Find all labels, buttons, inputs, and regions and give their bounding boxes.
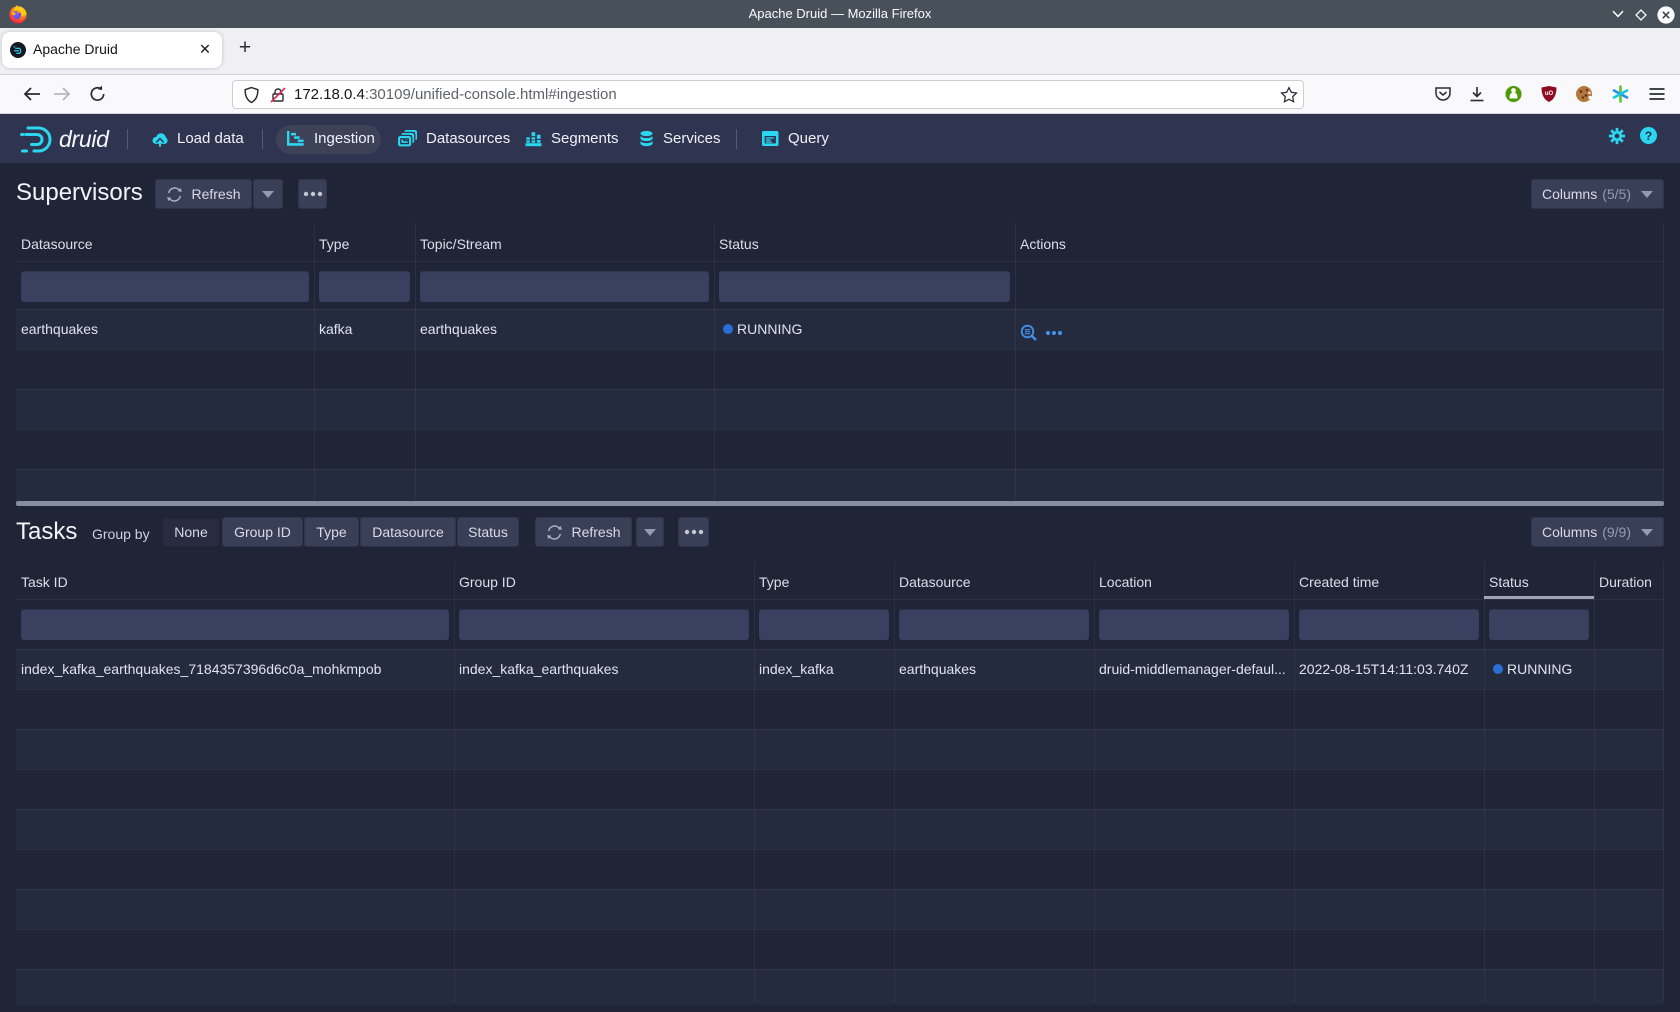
svg-text:?: ?: [1645, 129, 1652, 143]
svg-text:uO: uO: [1545, 91, 1554, 97]
